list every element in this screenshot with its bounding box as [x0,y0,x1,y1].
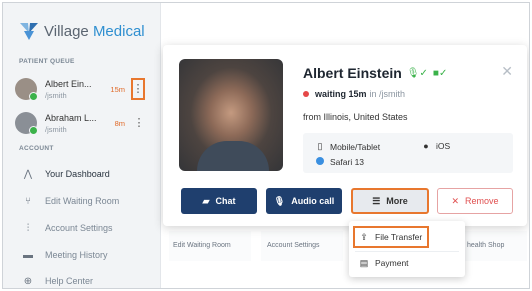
device-os: ● iOS [421,141,450,151]
audio-call-button[interactable]: 🎙︎ Audio call [266,188,342,214]
chat-button[interactable]: ▰ Chat [181,188,257,214]
chat-icon: ▰ [202,195,210,206]
sliders-icon: ⫶ [26,222,30,234]
microphone-icon: 🎙︎ [273,195,286,206]
nav-label: Edit Waiting Room [45,196,120,206]
video-history-icon: ▬ [23,249,33,261]
wait-time: 8m [114,118,125,128]
nav-label: Meeting History [45,250,108,260]
mic-status: 🎙︎✓ [406,67,428,79]
apple-icon: ● [423,141,429,151]
close-icon: ✕ [451,195,460,206]
more-options-icon[interactable]: ⋮ [131,114,147,132]
nav-meeting-history[interactable]: ▬ Meeting History [21,247,108,263]
village-medical-logo-icon [20,23,38,40]
upload-icon: ⇪ [360,231,368,242]
avatar [15,78,38,101]
nav-your-dashboard[interactable]: ⋀ Your Dashboard [21,166,110,182]
more-options-icon[interactable]: ⋮ [131,78,145,100]
device-browser: Safari 13 [315,157,364,167]
menu-icon: ☰ [372,195,381,206]
patient-name: Abraham L... [45,112,97,123]
remove-button[interactable]: ✕ Remove [437,188,513,214]
tile-edit-waiting-room[interactable]: Edit Waiting Room [173,242,231,249]
patient-header: Albert Einstein 🎙︎✓ ■✓ [303,65,447,81]
queue-patient-albert[interactable]: Albert Ein... /jsmith 15m ⋮ [15,73,149,105]
menu-divider [355,251,459,252]
nav-edit-waiting-room[interactable]: ⑂ Edit Waiting Room [21,193,119,209]
brand-word-2: Medical [92,22,145,40]
patient-handle: /jsmith [45,124,67,134]
app-window: Village Medical PATIENT QUEUE Albert Ein… [2,2,530,289]
menu-item-file-transfer[interactable]: ⇪ File Transfer [353,226,429,248]
status-dot-icon [303,91,309,97]
queue-patient-abraham[interactable]: Abraham L... /jsmith 8m ⋮ [15,107,149,139]
waiting-room: in /jsmith [369,89,406,99]
nav-label: Account Settings [45,223,113,233]
patient-queue-label: PATIENT QUEUE [19,58,75,65]
nav-label: Your Dashboard [45,169,110,179]
patient-handle: /jsmith [45,90,67,100]
account-label: ACCOUNT [19,145,54,152]
nav-label: Help Center [45,276,94,286]
wait-time: 15m [110,84,125,94]
waiting-room-icon: ⑂ [25,195,31,207]
nav-help-center[interactable]: ⊕ Help Center [21,273,94,288]
tile-health-shop[interactable]: health Shop [467,242,504,249]
patient-video-preview [179,59,283,171]
brand-logo: Village Medical [19,21,145,41]
microphone-icon: 🎙︎ [406,67,420,79]
waiting-status: waiting 15m in /jsmith [303,89,405,99]
patient-detail-popup: Albert Einstein 🎙︎✓ ■✓ ✕ waiting 15m in … [163,45,527,226]
dashboard-icon: ⋀ [23,168,33,180]
more-dropdown-menu: ⇪ File Transfer ▤ Payment [349,221,465,277]
help-icon: ⊕ [23,275,33,287]
menu-item-payment[interactable]: ▤ Payment [353,255,409,271]
device-type: ▯ Mobile/Tablet [315,141,381,152]
sidebar: Village Medical PATIENT QUEUE Albert Ein… [3,3,161,288]
payment-icon: ▤ [359,257,369,268]
patient-full-name: Albert Einstein [303,65,402,81]
more-button[interactable]: ☰ More [351,188,429,214]
patient-location: from Illinois, United States [303,112,408,122]
nav-account-settings[interactable]: ⫶ Account Settings [21,220,113,236]
camera-status: ■✓ [432,67,448,79]
patient-name: Albert Ein... [45,78,92,89]
waiting-duration: waiting 15m [315,89,367,99]
avatar [15,112,38,135]
mobile-device-icon: ▯ [317,141,323,151]
safari-icon [315,157,325,167]
tile-account-settings[interactable]: Account Settings [267,242,320,249]
close-icon[interactable]: ✕ [501,63,513,80]
brand-word-1: Village [44,22,89,40]
device-info: ▯ Mobile/Tablet ● iOS Safari 13 [303,133,513,173]
